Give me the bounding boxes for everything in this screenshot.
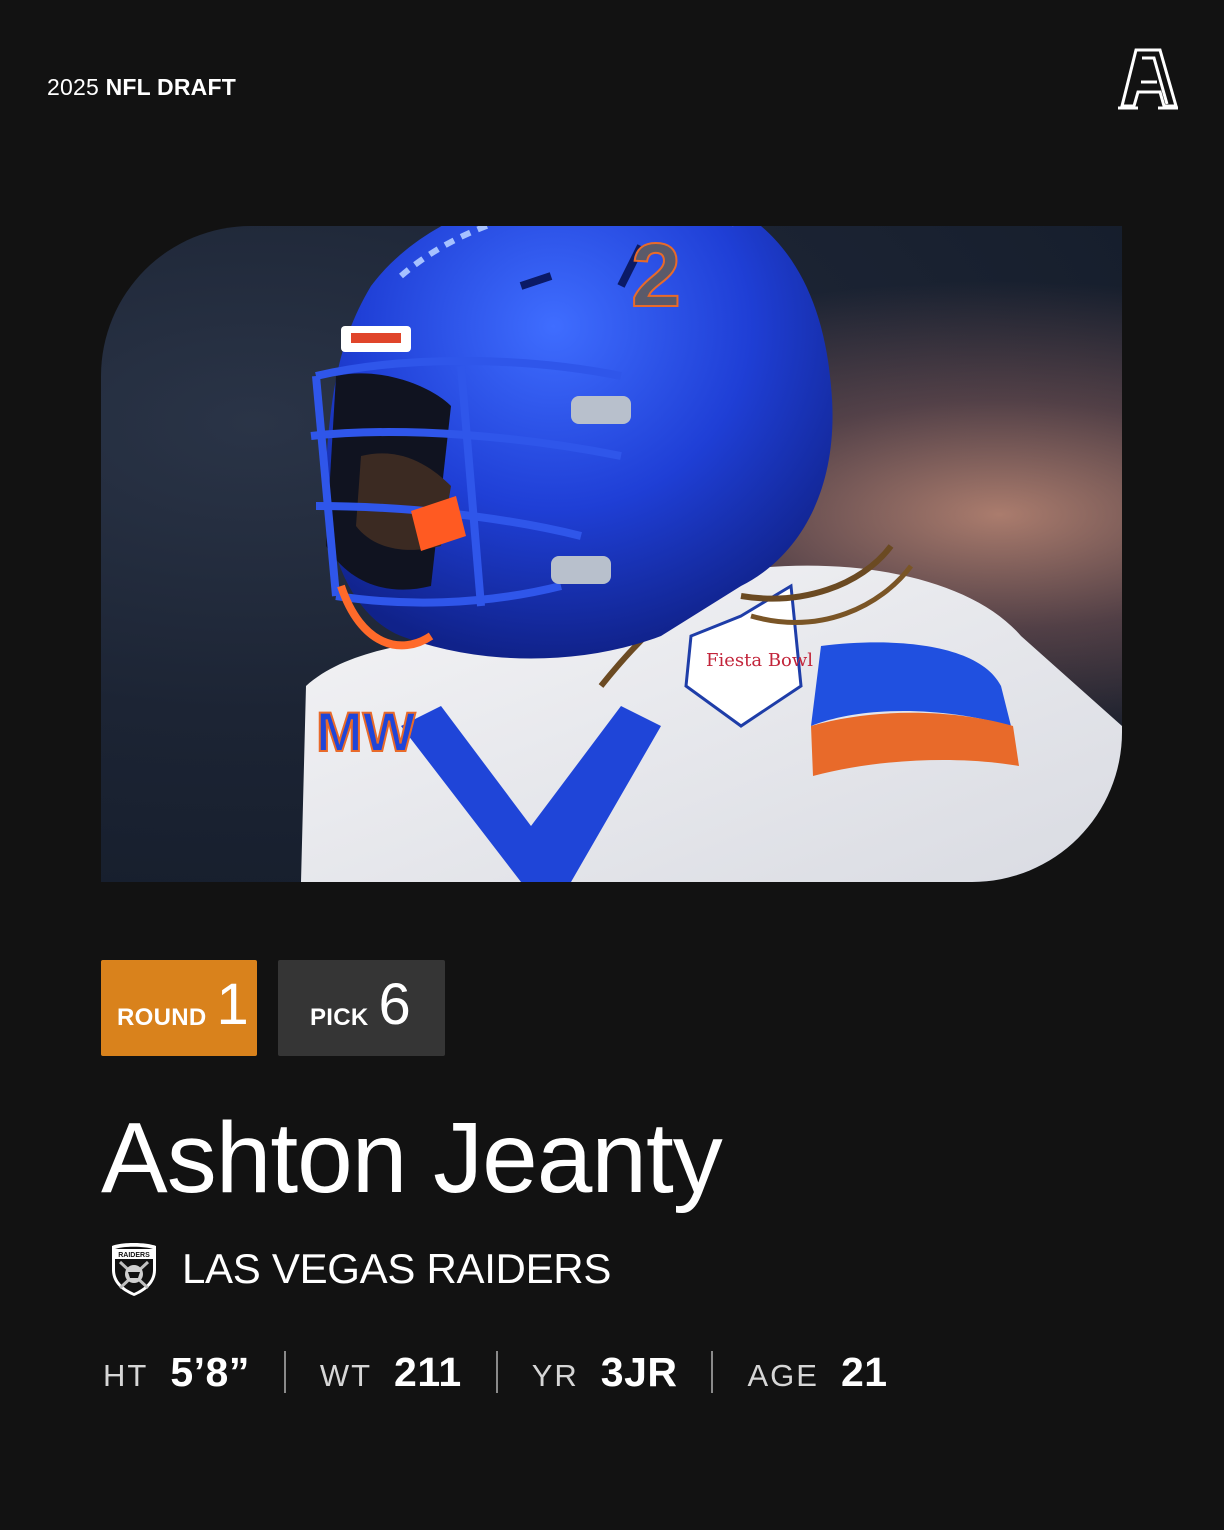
player-helmet-illustration: Fiesta Bowl MW 2 (301, 226, 1122, 882)
stat-height: HT 5’8” (103, 1349, 250, 1396)
player-photo: Fiesta Bowl MW 2 (101, 226, 1122, 882)
raiders-logo-text: RAIDERS (118, 1252, 150, 1259)
helmet-number-text: 2 (631, 226, 681, 326)
pick-badge: PICK 6 (278, 960, 445, 1056)
team-row: RAIDERS LAS VEGAS RAIDERS (108, 1240, 611, 1298)
round-badge: ROUND 1 (101, 960, 257, 1056)
player-name: Ashton Jeanty (101, 1102, 723, 1214)
pick-label: PICK (310, 1004, 369, 1031)
stat-value: 21 (840, 1348, 888, 1395)
stat-label: WT (319, 1357, 373, 1393)
round-value: 1 (216, 972, 249, 1037)
draft-year: 2025 (47, 74, 99, 100)
stat-year: YR 3JR (532, 1349, 678, 1396)
stat-divider (495, 1351, 498, 1393)
the-athletic-logo-icon (1118, 48, 1178, 110)
draft-event-label: 2025 NFL DRAFT (47, 74, 236, 101)
stat-value: 211 (394, 1348, 462, 1395)
raiders-shield-icon: RAIDERS (112, 1243, 156, 1296)
round-label: ROUND (117, 1004, 207, 1031)
stat-label: YR (531, 1357, 579, 1393)
pick-value: 6 (378, 972, 411, 1037)
fiesta-bowl-patch-text: Fiesta Bowl (706, 650, 813, 671)
team-name: LAS VEGAS RAIDERS (182, 1245, 612, 1292)
stat-value: 5’8” (170, 1348, 250, 1395)
stat-weight: WT 211 (320, 1349, 462, 1396)
sleeve-logo-text: MW (316, 700, 416, 763)
draft-event-name: NFL DRAFT (105, 74, 236, 100)
stat-label: AGE (747, 1357, 819, 1393)
stat-label: HT (103, 1357, 149, 1393)
stat-age: AGE 21 (747, 1349, 887, 1396)
draft-position-badges: ROUND 1 PICK 6 (101, 960, 445, 1056)
stat-divider (711, 1351, 714, 1393)
stat-value: 3JR (600, 1348, 678, 1395)
player-stats: HT 5’8” WT 211 YR 3JR AGE 21 (103, 1348, 888, 1396)
stat-divider (283, 1351, 286, 1393)
